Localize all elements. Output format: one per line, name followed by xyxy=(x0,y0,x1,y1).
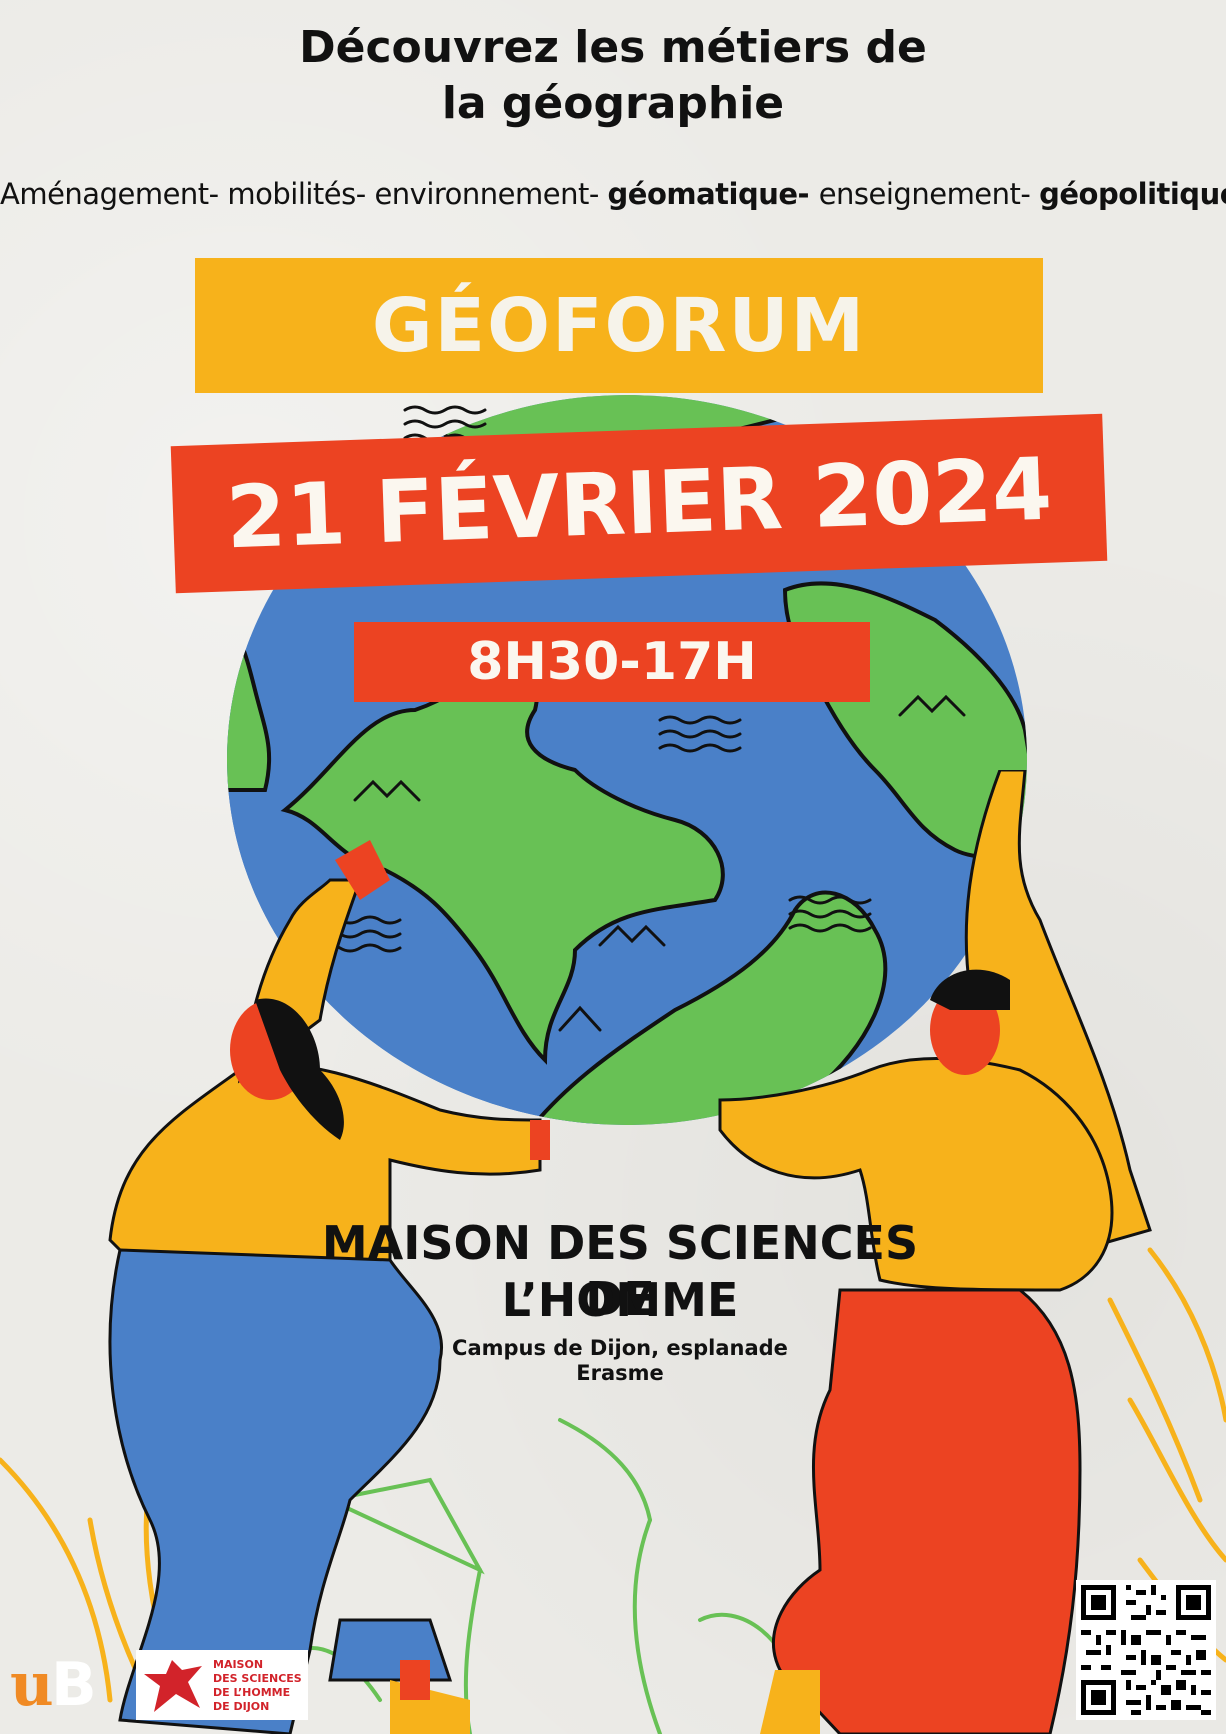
theme-amenagement: Aménagement- xyxy=(0,177,228,211)
headline-line2: la géographie xyxy=(441,78,785,129)
msh-dijon-logo: MAISON DES SCIENCES DE L’HOMME DE DIJON xyxy=(136,1650,308,1720)
venue-address: Campus de Dijon, esplanade Erasme xyxy=(420,1336,820,1386)
theme-geopolitique: géopolitique xyxy=(1039,177,1226,211)
event-date: 21 FÉVRIER 2024 xyxy=(224,439,1054,568)
event-name-banner: GÉOFORUM xyxy=(195,258,1043,393)
address-line2: Erasme xyxy=(576,1361,664,1385)
msh-line2: DES SCIENCES xyxy=(213,1672,302,1685)
event-hours: 8H30-17H xyxy=(467,632,757,692)
msh-line1: MAISON xyxy=(213,1658,264,1671)
headline-line1: Découvrez les métiers de xyxy=(299,22,927,73)
themes-line: Aménagement- mobilités- environnement- g… xyxy=(0,174,1226,214)
event-name: GÉOFORUM xyxy=(371,282,867,369)
qr-pattern xyxy=(1081,1585,1211,1715)
ub-logo-letters: u xyxy=(10,1650,54,1720)
event-hours-banner: 8H30-17H xyxy=(354,622,870,702)
address-line1: Campus de Dijon, esplanade xyxy=(452,1336,788,1360)
theme-enseignement: enseignement- xyxy=(818,177,1040,211)
venue-line2: L’HOMME xyxy=(501,1273,739,1327)
msh-logo-text: MAISON DES SCIENCES DE L’HOMME DE DIJON xyxy=(213,1658,302,1714)
qr-code-icon[interactable] xyxy=(1076,1580,1216,1720)
msh-logo-mark-icon xyxy=(144,1660,202,1712)
msh-line3: DE L’HOMME xyxy=(213,1686,291,1699)
theme-geomatique: géomatique- xyxy=(607,177,819,211)
theme-mobilites: mobilités- xyxy=(227,177,375,211)
msh-line4: DE DIJON xyxy=(213,1700,270,1713)
ub-logo-B: B xyxy=(51,1650,97,1720)
theme-environnement: environnement- xyxy=(374,177,608,211)
university-logo: uB xyxy=(6,1650,106,1720)
